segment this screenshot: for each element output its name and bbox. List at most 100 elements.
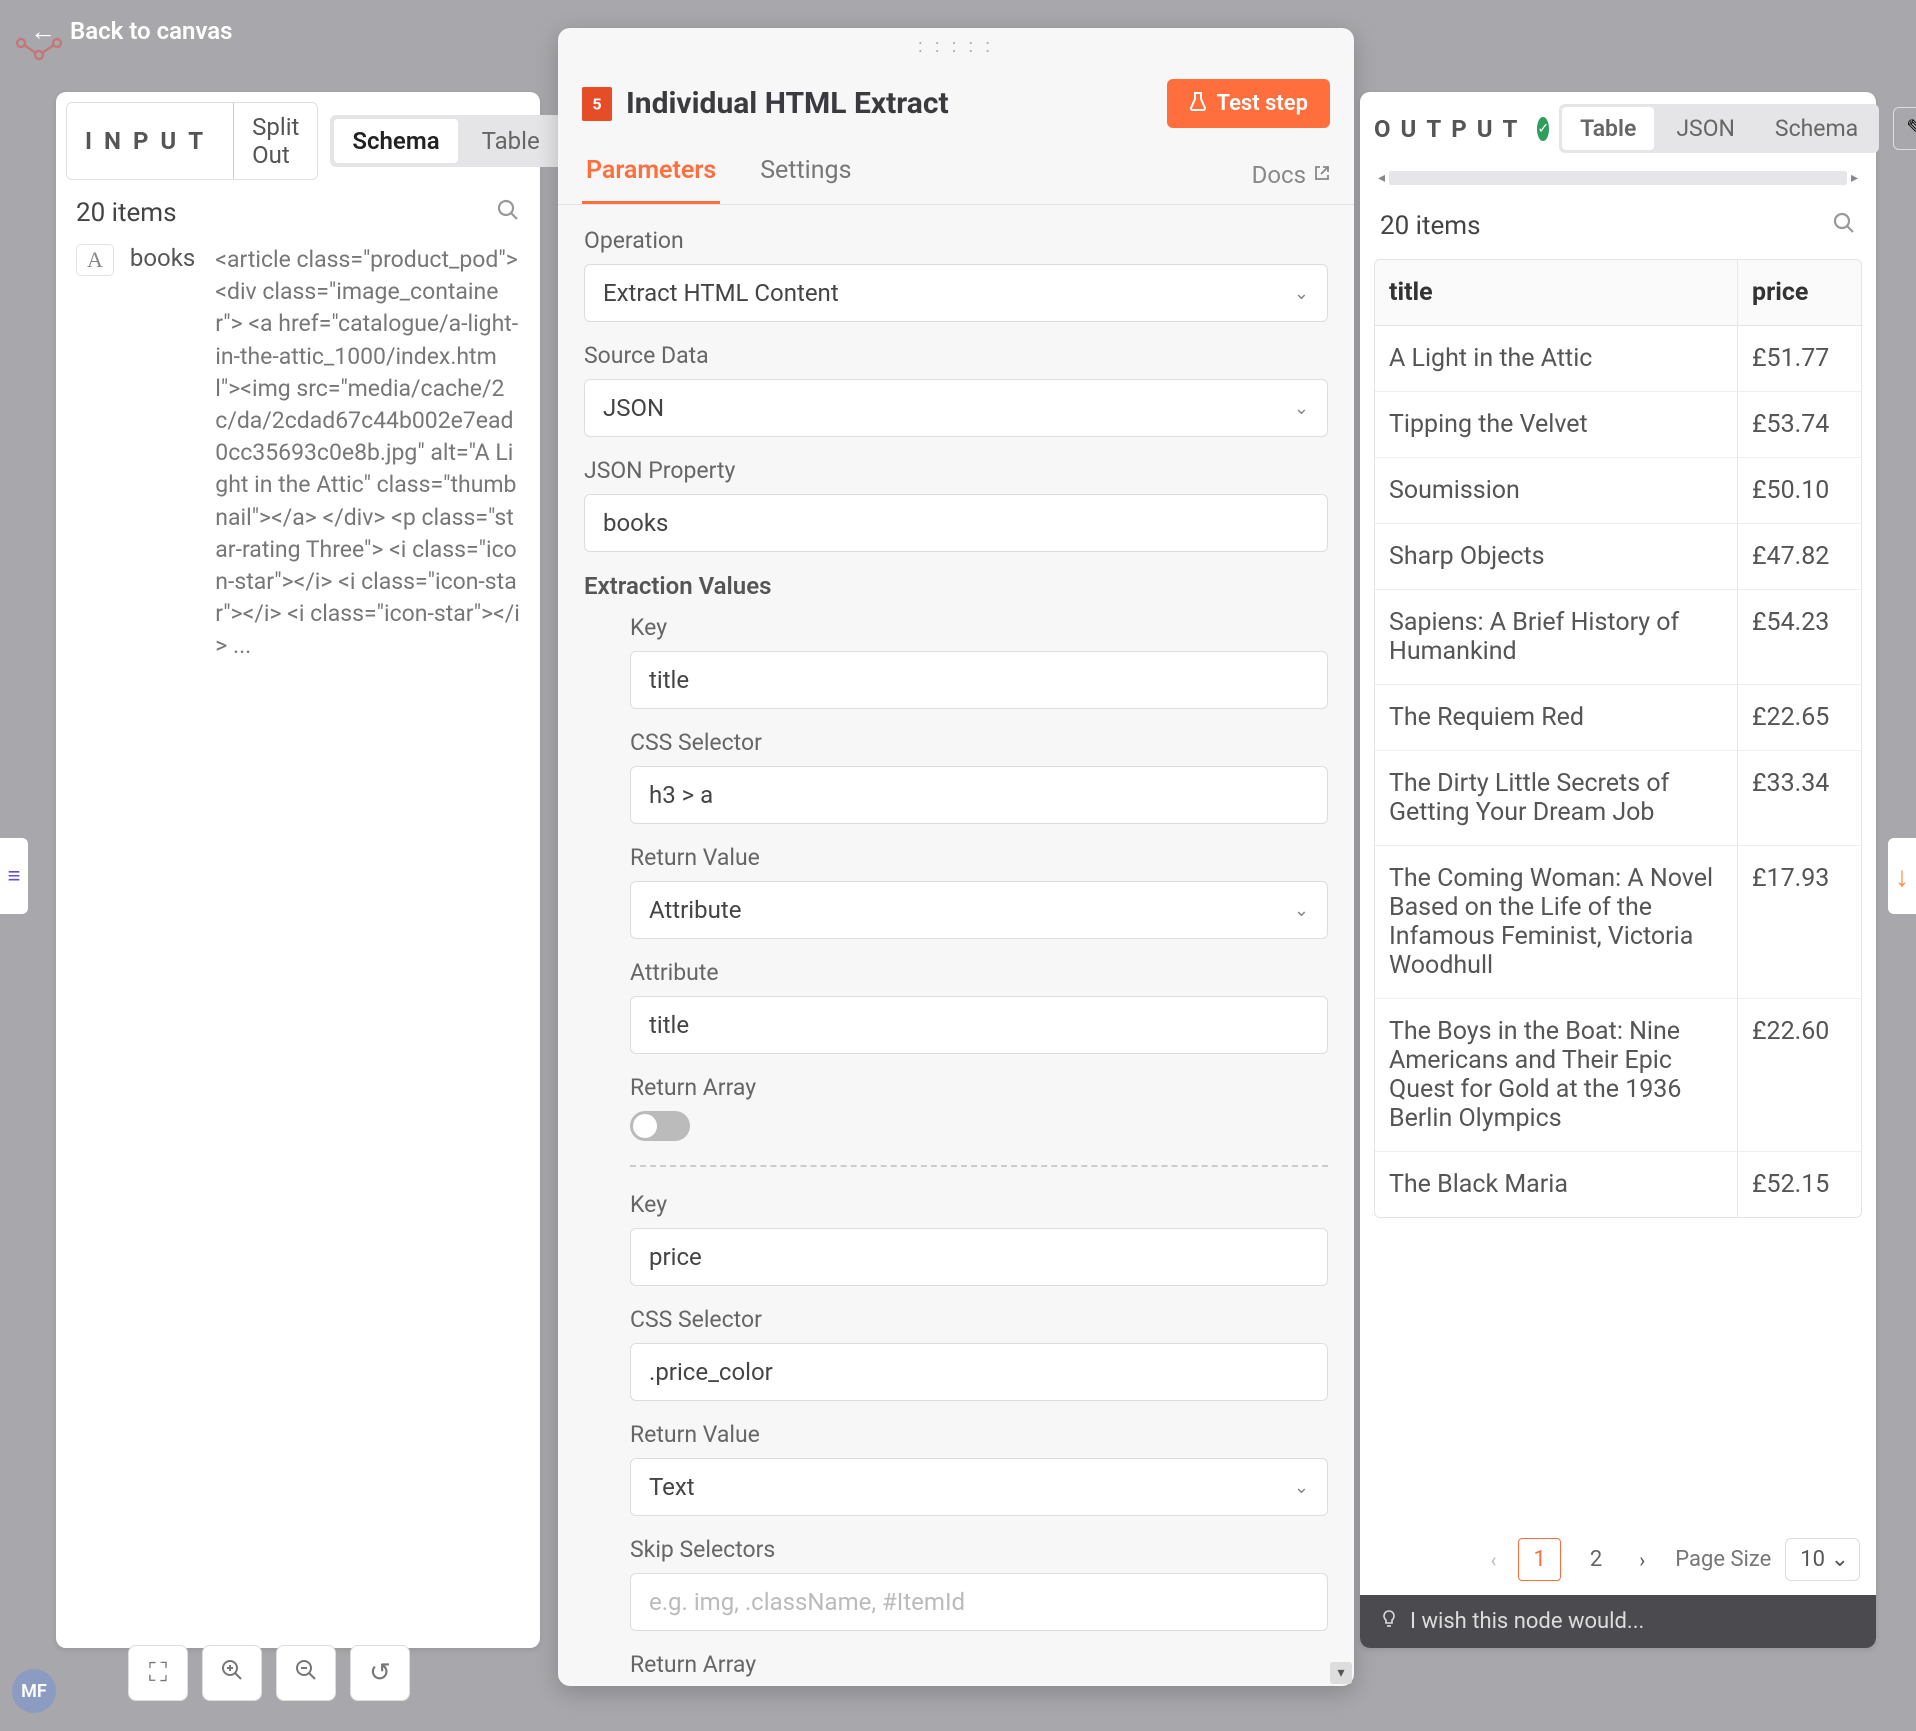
chevron-down-icon: ⌄ [1294, 283, 1309, 304]
docs-link[interactable]: Docs [1252, 161, 1330, 189]
pager-page-1[interactable]: 1 [1518, 1538, 1560, 1581]
output-panel: OUTPUT ✓ Table JSON Schema ✎ ◂ ▸ 20 item… [1360, 92, 1876, 1648]
cell-title: Sapiens: A Brief History of Humankind [1375, 590, 1737, 684]
select-operation[interactable]: Extract HTML Content ⌄ [584, 264, 1328, 322]
tab-table[interactable]: Table [464, 119, 558, 163]
cell-price: £17.93 [1737, 846, 1861, 998]
output-tab-schema[interactable]: Schema [1757, 107, 1876, 150]
page-size-label: Page Size [1675, 1547, 1771, 1572]
undo-button[interactable]: ↺ [350, 1645, 410, 1701]
select-source-data[interactable]: JSON ⌄ [584, 379, 1328, 437]
table-row[interactable]: A Light in the Attic£51.77 [1375, 326, 1861, 392]
back-label: Back to canvas [70, 17, 232, 45]
toggle-return-array-1[interactable] [630, 1111, 690, 1141]
cell-price: £50.10 [1737, 458, 1861, 523]
success-check-icon: ✓ [1537, 117, 1549, 141]
input-json-property[interactable] [584, 494, 1328, 552]
table-row[interactable]: The Requiem Red£22.65 [1375, 685, 1861, 751]
search-icon[interactable] [496, 198, 520, 228]
table-row[interactable]: Tipping the Velvet£53.74 [1375, 392, 1861, 458]
table-row[interactable]: The Boys in the Boat: Nine Americans and… [1375, 999, 1861, 1152]
flask-icon [1189, 91, 1207, 116]
pager-prev[interactable]: ‹ [1482, 1542, 1504, 1578]
cell-title: Tipping the Velvet [1375, 392, 1737, 457]
select-return-value-1[interactable]: Attribute ⌄ [630, 881, 1328, 939]
select-source-data-value: JSON [603, 394, 664, 422]
label-attribute-1: Attribute [630, 959, 1328, 986]
pencil-icon: ✎ [1906, 116, 1916, 141]
cell-price: £22.65 [1737, 685, 1861, 750]
table-row[interactable]: Soumission£50.10 [1375, 458, 1861, 524]
input-source-node[interactable]: Split Out [233, 103, 317, 179]
table-row[interactable]: Sharp Objects£47.82 [1375, 524, 1861, 590]
select-operation-value: Extract HTML Content [603, 279, 839, 307]
pager-page-2[interactable]: 2 [1575, 1538, 1617, 1581]
test-step-label: Test step [1217, 91, 1308, 116]
cell-title: The Boys in the Boat: Nine Americans and… [1375, 999, 1737, 1151]
label-return-array-2: Return Array [630, 1651, 1328, 1678]
output-tab-json[interactable]: JSON [1658, 107, 1753, 150]
table-row[interactable]: Sapiens: A Brief History of Humankind£54… [1375, 590, 1861, 685]
label-return-value-2: Return Value [630, 1421, 1328, 1448]
drag-handle-icon[interactable]: : : : : : [558, 28, 1354, 65]
test-step-button[interactable]: Test step [1167, 79, 1330, 128]
cell-title: A Light in the Attic [1375, 326, 1737, 391]
output-horizontal-scrollbar[interactable]: ◂ ▸ [1374, 169, 1862, 187]
input-key-1[interactable] [630, 651, 1328, 709]
label-css-2: CSS Selector [630, 1306, 1328, 1333]
feedback-text: I wish this node would... [1410, 1609, 1644, 1634]
table-row[interactable]: The Dirty Little Secrets of Getting Your… [1375, 751, 1861, 846]
tab-settings[interactable]: Settings [756, 146, 855, 204]
list-icon: ≡ [8, 863, 21, 889]
input-key-2[interactable] [630, 1228, 1328, 1286]
input-css-2[interactable] [630, 1343, 1328, 1401]
label-skip-selectors: Skip Selectors [630, 1536, 1328, 1563]
fullscreen-button[interactable]: ⛶ [128, 1645, 188, 1701]
scroll-left-icon[interactable]: ◂ [1374, 170, 1389, 186]
edit-button[interactable]: ✎ [1893, 107, 1916, 150]
side-tab-left[interactable]: ≡ [0, 838, 28, 914]
tab-schema[interactable]: Schema [334, 119, 457, 163]
external-link-icon [1314, 165, 1330, 186]
cell-price: £33.34 [1737, 751, 1861, 845]
scroll-down-icon[interactable]: ▾ [1330, 1662, 1352, 1684]
search-icon[interactable] [1832, 211, 1856, 241]
zoom-in-button[interactable] [202, 1645, 262, 1701]
input-header: INPUT Split Out Schema Table JSON [56, 92, 540, 180]
table-row[interactable]: The Coming Woman: A Novel Based on the L… [1375, 846, 1861, 999]
column-header-title[interactable]: title [1375, 260, 1737, 325]
select-return-value-2[interactable]: Text ⌄ [630, 1458, 1328, 1516]
scroll-right-icon[interactable]: ▸ [1847, 170, 1862, 186]
zoom-out-button[interactable] [276, 1645, 336, 1701]
cell-price: £22.60 [1737, 999, 1861, 1151]
label-return-array-1: Return Array [630, 1074, 1328, 1101]
html5-icon [582, 87, 612, 121]
avatar[interactable]: MF [12, 1669, 56, 1713]
input-skip-selectors[interactable] [630, 1573, 1328, 1631]
output-tab-table[interactable]: Table [1562, 107, 1654, 150]
label-operation: Operation [584, 227, 1328, 254]
input-attribute-1[interactable] [630, 996, 1328, 1054]
cell-title: The Coming Woman: A Novel Based on the L… [1375, 846, 1737, 998]
input-css-1[interactable] [630, 766, 1328, 824]
cell-title: The Requiem Red [1375, 685, 1737, 750]
cell-price: £53.74 [1737, 392, 1861, 457]
table-row[interactable]: The Black Maria£52.15 [1375, 1152, 1861, 1217]
chevron-down-icon: ⌄ [1294, 398, 1309, 419]
page-size-value: 10 [1800, 1547, 1825, 1572]
zoom-out-icon [293, 1657, 319, 1690]
canvas-toolbar: ⛶ ↺ [128, 1645, 410, 1701]
column-header-price[interactable]: price [1737, 260, 1861, 325]
feedback-bar[interactable]: I wish this node would... [1360, 1595, 1876, 1648]
tab-parameters[interactable]: Parameters [582, 146, 720, 204]
field-name[interactable]: books [130, 244, 195, 272]
undo-icon: ↺ [369, 1658, 391, 1688]
side-tab-right[interactable]: ↓ [1888, 838, 1916, 914]
label-key-2: Key [630, 1191, 1328, 1218]
cell-title: Sharp Objects [1375, 524, 1737, 589]
page-size-select[interactable]: 10 ⌄ [1785, 1538, 1860, 1581]
app-logo-icon [14, 36, 64, 66]
docs-label: Docs [1252, 161, 1306, 189]
pager-next[interactable]: › [1631, 1542, 1653, 1578]
field-preview-snippet[interactable]: <article class="product_pod"> <div class… [215, 244, 520, 662]
